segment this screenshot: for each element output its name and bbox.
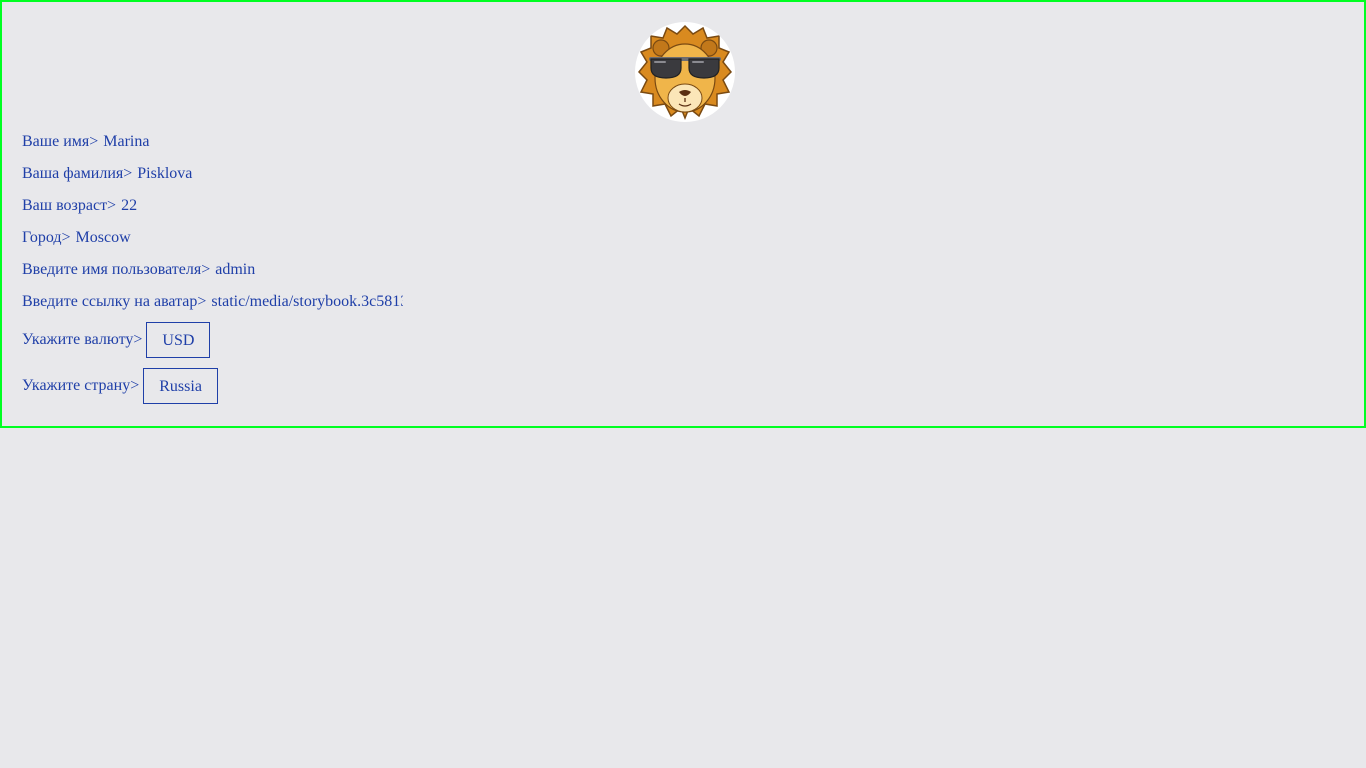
last-name-row: Ваша фамилия> — [22, 164, 338, 184]
first-name-row: Ваше имя> — [22, 132, 304, 152]
username-label: Введите имя пользователя> — [22, 261, 211, 278]
age-label: Ваш возраст> — [22, 197, 117, 214]
age-row: Ваш возраст> — [22, 196, 322, 216]
currency-row: Укажите валюту> USD — [22, 322, 211, 358]
first-name-input[interactable] — [103, 132, 304, 152]
currency-select[interactable]: USD — [146, 322, 211, 358]
first-name-label: Ваше имя> — [22, 133, 99, 150]
avatar — [635, 22, 735, 122]
username-input[interactable] — [215, 260, 416, 280]
country-label: Укажите страну> — [22, 377, 140, 394]
profile-card: Ваше имя> Ваша фамилия> Ваш возраст> Гор… — [0, 0, 1366, 428]
country-select[interactable]: Russia — [143, 368, 218, 404]
last-name-input[interactable] — [137, 164, 338, 184]
avatar-link-label: Введите ссылку на аватар> — [22, 293, 207, 310]
country-row: Укажите страну> Russia — [22, 368, 218, 404]
age-input[interactable] — [121, 196, 322, 216]
avatar-link-input[interactable] — [211, 292, 404, 312]
last-name-label: Ваша фамилия> — [22, 165, 133, 182]
city-label: Город> — [22, 229, 71, 246]
city-input[interactable] — [75, 228, 276, 248]
username-row: Введите имя пользователя> — [22, 260, 416, 280]
avatar-link-row: Введите ссылку на аватар> — [22, 292, 404, 312]
currency-label: Укажите валюту> — [22, 331, 143, 348]
city-row: Город> — [22, 228, 276, 248]
lion-avatar-icon — [637, 24, 733, 121]
